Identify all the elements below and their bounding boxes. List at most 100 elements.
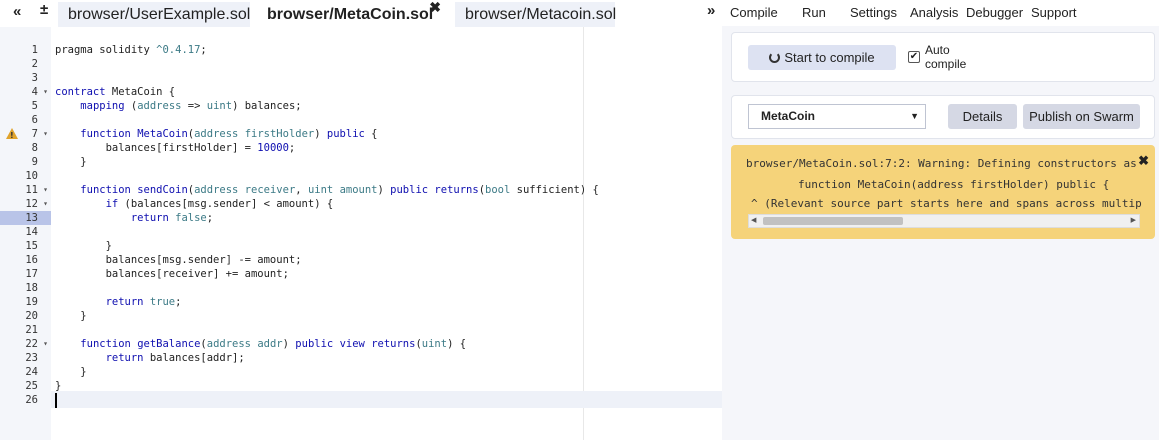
line-number-text: 17 — [25, 268, 38, 280]
tab-analysis[interactable]: Analysis — [910, 5, 958, 20]
contract-select-value: MetaCoin — [761, 109, 815, 123]
contract-card: MetaCoin ▼ Details Publish on Swarm — [731, 95, 1155, 139]
fold-toggle-icon[interactable]: ▾ — [43, 127, 48, 141]
tab-settings[interactable]: Settings — [850, 5, 897, 20]
code-line[interactable]: return false; — [55, 211, 213, 225]
line-number: 16 — [0, 253, 51, 267]
line-number-text: 24 — [25, 366, 38, 378]
compile-card: Start to compile ✔ Auto compile — [731, 32, 1155, 82]
compiler-warning: browser/MetaCoin.sol:7:2: Warning: Defin… — [731, 145, 1155, 239]
line-number-text: 19 — [25, 296, 38, 308]
line-number: 3 — [0, 71, 51, 85]
line-number-text: 7 — [31, 128, 38, 140]
line-number-text: 14 — [25, 226, 38, 238]
line-number: 22 ▾ — [0, 337, 51, 351]
code-line[interactable]: return true; — [55, 295, 182, 309]
tab-run[interactable]: Run — [802, 5, 826, 20]
expand-panel-icon[interactable]: » — [707, 2, 715, 19]
publish-swarm-button[interactable]: Publish on Swarm — [1023, 104, 1140, 129]
warning-hint: ^ (Relevant source part starts here and … — [751, 197, 1142, 210]
tab-support[interactable]: Support — [1031, 5, 1077, 20]
line-number: 26 — [0, 393, 51, 407]
line-number: 15 — [0, 239, 51, 253]
code-line[interactable]: } — [55, 239, 112, 253]
collapse-panel-icon[interactable]: « — [13, 2, 21, 22]
line-number: 23 — [0, 351, 51, 365]
tab-label: browser/Metacoin.sol — [465, 6, 617, 23]
line-number: 2 — [0, 57, 51, 71]
line-number-text: 10 — [25, 170, 38, 182]
line-number-text: 16 — [25, 254, 38, 266]
close-tab-icon[interactable]: ✖ — [429, 0, 441, 20]
code-line[interactable]: if (balances[msg.sender] < amount) { — [55, 197, 334, 211]
zoom-icon[interactable]: ± — [40, 0, 48, 20]
horizontal-scrollbar[interactable]: ◀ ▶ — [748, 214, 1140, 228]
line-number: 5 — [0, 99, 51, 113]
line-number-text: 21 — [25, 324, 38, 336]
line-number-text: 25 — [25, 380, 38, 392]
fold-toggle-icon[interactable]: ▾ — [43, 197, 48, 211]
line-number: 7 ▾ — [0, 127, 51, 143]
line-number-text: 26 — [25, 394, 38, 406]
refresh-icon — [769, 52, 781, 63]
line-number: 1 — [0, 43, 51, 57]
line-number-text: 22 — [25, 338, 38, 350]
code-editor[interactable]: 1 pragma solidity ^0.4.17; 2 3 4 ▾ contract Me… — [0, 27, 722, 440]
fold-toggle-icon[interactable]: ▾ — [43, 85, 48, 99]
line-number-text: 20 — [25, 310, 38, 322]
fold-toggle-icon[interactable]: ▾ — [43, 337, 48, 351]
line-number: 11 ▾ — [0, 183, 51, 197]
code-line[interactable]: } — [55, 365, 86, 379]
line-number-text: 13 — [25, 212, 38, 224]
code-line[interactable]: return balances[addr]; — [55, 351, 245, 365]
code-line[interactable]: balances[msg.sender] -= amount; — [55, 253, 302, 267]
tab-debugger[interactable]: Debugger — [966, 5, 1023, 20]
code-line[interactable]: function sendCoin(address receiver, uint… — [55, 183, 599, 197]
code-line[interactable]: contract MetaCoin { — [55, 85, 175, 99]
scrollbar-thumb[interactable] — [763, 217, 903, 225]
tab-metacoin-active[interactable]: browser/MetaCoin.sol ✖ — [257, 0, 448, 27]
line-number: 20 — [0, 309, 51, 323]
start-compile-button[interactable]: Start to compile — [748, 45, 896, 70]
line-number: 14 — [0, 225, 51, 239]
code-line[interactable]: } — [55, 309, 86, 323]
code-line[interactable]: pragma solidity ^0.4.17; — [55, 43, 207, 57]
code-line[interactable]: } — [55, 155, 86, 169]
text-cursor — [55, 393, 57, 408]
code-line[interactable]: function MetaCoin(address firstHolder) p… — [55, 127, 377, 141]
auto-compile-checkbox[interactable]: ✔ — [908, 51, 920, 63]
details-button[interactable]: Details — [948, 104, 1017, 129]
tab-user-example[interactable]: browser/UserExample.sol — [58, 2, 250, 27]
line-number: 18 — [0, 281, 51, 295]
fold-toggle-icon[interactable]: ▾ — [43, 183, 48, 197]
line-number-text: 15 — [25, 240, 38, 252]
current-line-highlight — [51, 391, 722, 408]
tab-metacoin-lowercase[interactable]: browser/Metacoin.sol — [455, 2, 617, 27]
code-line[interactable]: function getBalance(address addr) public… — [55, 337, 466, 351]
line-number: 9 — [0, 155, 51, 169]
file-tab-bar: « ± browser/UserExample.sol browser/Meta… — [0, 0, 722, 27]
line-number: 21 — [0, 323, 51, 337]
line-number-text: 18 — [25, 282, 38, 294]
right-panel: » Compile Run Settings Analysis Debugger… — [707, 0, 1159, 440]
line-number-text: 23 — [25, 352, 38, 364]
close-icon[interactable]: ✖ — [1138, 153, 1149, 169]
line-number: 8 — [0, 141, 51, 155]
contract-select[interactable]: MetaCoin ▼ — [748, 104, 926, 129]
line-number: 13 — [0, 211, 51, 225]
line-number: 12 ▾ — [0, 197, 51, 211]
tab-compile[interactable]: Compile — [730, 5, 778, 20]
code-line[interactable]: balances[receiver] += amount; — [55, 267, 289, 281]
scroll-right-icon[interactable]: ▶ — [1131, 215, 1136, 227]
code-line[interactable]: } — [55, 379, 61, 393]
line-number: 10 — [0, 169, 51, 183]
line-number-text: 12 — [25, 198, 38, 210]
scroll-left-icon[interactable]: ◀ — [751, 215, 756, 227]
code-line[interactable]: mapping (address => uint) balances; — [55, 99, 301, 113]
line-number: 4 ▾ — [0, 85, 51, 99]
panel-menu: » Compile Run Settings Analysis Debugger… — [707, 0, 1159, 26]
line-number-text: 8 — [31, 142, 38, 154]
warning-icon[interactable] — [6, 128, 18, 143]
line-number: 19 — [0, 295, 51, 309]
code-line[interactable]: balances[firstHolder] = 10000; — [55, 141, 296, 155]
